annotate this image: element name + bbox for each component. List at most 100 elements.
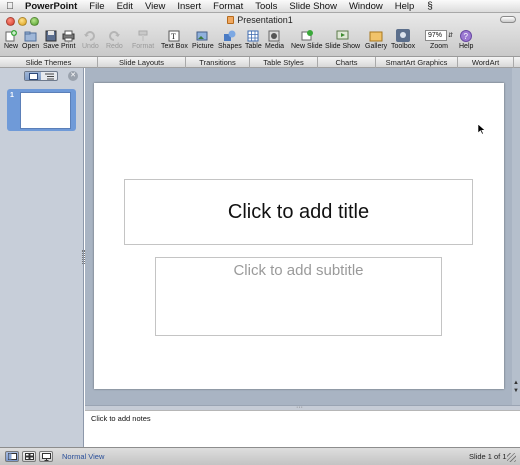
tab-slide-layouts[interactable]: Slide Layouts — [98, 57, 186, 68]
slide-sorter-icon — [24, 453, 34, 460]
slide-position-label: Slide 1 of 1 — [469, 452, 507, 461]
gallery-label: Gallery — [365, 43, 388, 50]
menu-help[interactable]: Help — [390, 1, 422, 12]
menu-window[interactable]: Window — [344, 1, 390, 12]
script-menu-icon[interactable]: § — [421, 1, 433, 12]
notes-pane[interactable]: Click to add notes — [85, 410, 520, 447]
undo-button[interactable]: Undo — [82, 29, 99, 50]
slide-sorter-view-button[interactable] — [22, 451, 36, 462]
elements-gallery-tabs: Slide Themes Slide Layouts Transitions T… — [0, 57, 520, 68]
help-button[interactable]: ? Help — [459, 29, 473, 50]
tab-table-styles[interactable]: Table Styles — [250, 57, 318, 68]
slide-thumbnail-number: 1 — [10, 92, 14, 99]
undo-icon — [83, 29, 97, 42]
media-button[interactable]: Media — [265, 29, 284, 50]
toolbar-toggle-button[interactable] — [500, 16, 516, 23]
new-slide-icon — [300, 29, 314, 42]
menu-slide-show[interactable]: Slide Show — [284, 1, 344, 12]
help-label: Help — [459, 43, 474, 50]
text-box-button[interactable]: T Text Box — [161, 29, 188, 50]
slide-editing-area: Click to add title Click to add subtitle… — [85, 68, 520, 405]
slide-show-button[interactable]: Slide Show — [325, 29, 360, 50]
new-icon — [4, 29, 18, 42]
zoom-label: Zoom — [430, 43, 448, 50]
undo-label: Undo — [82, 43, 99, 50]
apple-menu-icon[interactable]:  — [0, 1, 20, 12]
tab-slide-themes[interactable]: Slide Themes — [0, 57, 98, 68]
help-icon: ? — [459, 29, 473, 42]
menu-view[interactable]: View — [140, 1, 172, 12]
new-slide-button[interactable]: New Slide — [291, 29, 323, 50]
tab-transitions[interactable]: Transitions — [186, 57, 250, 68]
open-folder-icon — [24, 29, 38, 42]
menu-file[interactable]: File — [84, 1, 111, 12]
status-bar: Normal View Slide 1 of 1 — [0, 447, 520, 465]
notes-placeholder[interactable]: Click to add notes — [91, 414, 151, 423]
svg-text:?: ? — [464, 32, 469, 41]
presentation-document-icon — [227, 16, 235, 24]
new-button[interactable]: New — [4, 29, 18, 50]
normal-view-button[interactable] — [5, 451, 19, 462]
normal-view-icon — [7, 453, 17, 460]
subtitle-placeholder[interactable]: Click to add subtitle — [155, 257, 442, 336]
redo-button[interactable]: Redo — [106, 29, 123, 50]
shapes-icon — [223, 29, 237, 42]
menu-edit[interactable]: Edit — [112, 1, 140, 12]
new-label: New — [4, 43, 19, 50]
tab-wordart[interactable]: WordArt — [458, 57, 514, 68]
vertical-scrollbar[interactable]: ▲ ▼ — [512, 68, 520, 405]
slides-pane: ✕ 1 — [0, 68, 84, 447]
media-icon — [268, 29, 282, 42]
toolbox-button[interactable]: Toolbox — [391, 29, 415, 50]
mouse-pointer-icon — [477, 123, 486, 137]
slide-thumbnail[interactable] — [20, 92, 71, 129]
media-label: Media — [265, 43, 285, 50]
format-label: Format — [132, 43, 155, 50]
text-box-label: Text Box — [161, 43, 188, 50]
pane-view-toggle — [24, 71, 58, 81]
previous-slide-icon[interactable]: ▲ — [513, 380, 519, 386]
format-painter-icon — [136, 29, 150, 42]
save-label: Save — [43, 43, 59, 50]
new-slide-label: New Slide — [291, 43, 323, 50]
menu-insert[interactable]: Insert — [172, 1, 208, 12]
next-slide-icon[interactable]: ▼ — [513, 388, 519, 394]
slide-canvas[interactable]: Click to add title Click to add subtitle — [94, 83, 504, 389]
save-button[interactable]: Save — [43, 29, 59, 50]
window-resize-grip-icon[interactable] — [507, 453, 516, 462]
print-label: Print — [61, 43, 76, 50]
tab-charts[interactable]: Charts — [318, 57, 376, 68]
slide-show-view-button[interactable] — [39, 451, 53, 462]
open-button[interactable]: Open — [22, 29, 39, 50]
zoom-control[interactable]: 97% ⇵ Zoom — [424, 29, 454, 50]
save-disk-icon — [44, 29, 58, 42]
printer-icon — [61, 29, 75, 42]
gallery-button[interactable]: Gallery — [365, 29, 387, 50]
menu-app-name[interactable]: PowerPoint — [20, 1, 84, 12]
svg-text:T: T — [171, 32, 176, 41]
shapes-button[interactable]: Shapes — [218, 29, 242, 50]
open-label: Open — [22, 43, 40, 50]
zoom-stepper-icon[interactable]: ⇵ — [448, 32, 453, 39]
toolbox-icon — [396, 29, 411, 42]
slides-tab-button[interactable] — [25, 72, 41, 80]
menu-bar:  PowerPoint File Edit View Insert Forma… — [0, 0, 520, 13]
tab-smartart-graphics[interactable]: SmartArt Graphics — [376, 57, 458, 68]
zoom-value-field[interactable]: 97% — [424, 30, 447, 41]
title-placeholder[interactable]: Click to add title — [124, 179, 473, 245]
table-button[interactable]: Table — [245, 29, 262, 50]
slide-show-label: Slide Show — [325, 43, 361, 50]
outline-tab-button[interactable] — [41, 72, 57, 80]
window-title: Presentation1 — [0, 15, 520, 25]
print-button[interactable]: Print — [61, 29, 75, 50]
format-painter-button[interactable]: Format — [132, 29, 154, 50]
menu-format[interactable]: Format — [208, 1, 250, 12]
window-titlebar: Presentation1 New Open Save Print Undo R… — [0, 13, 520, 57]
projector-screen-icon — [41, 452, 51, 461]
close-pane-icon[interactable]: ✕ — [68, 71, 78, 81]
menu-tools[interactable]: Tools — [250, 1, 284, 12]
gallery-icon — [369, 29, 383, 42]
picture-button[interactable]: Picture — [192, 29, 214, 50]
redo-label: Redo — [106, 43, 123, 50]
picture-label: Picture — [192, 43, 214, 50]
